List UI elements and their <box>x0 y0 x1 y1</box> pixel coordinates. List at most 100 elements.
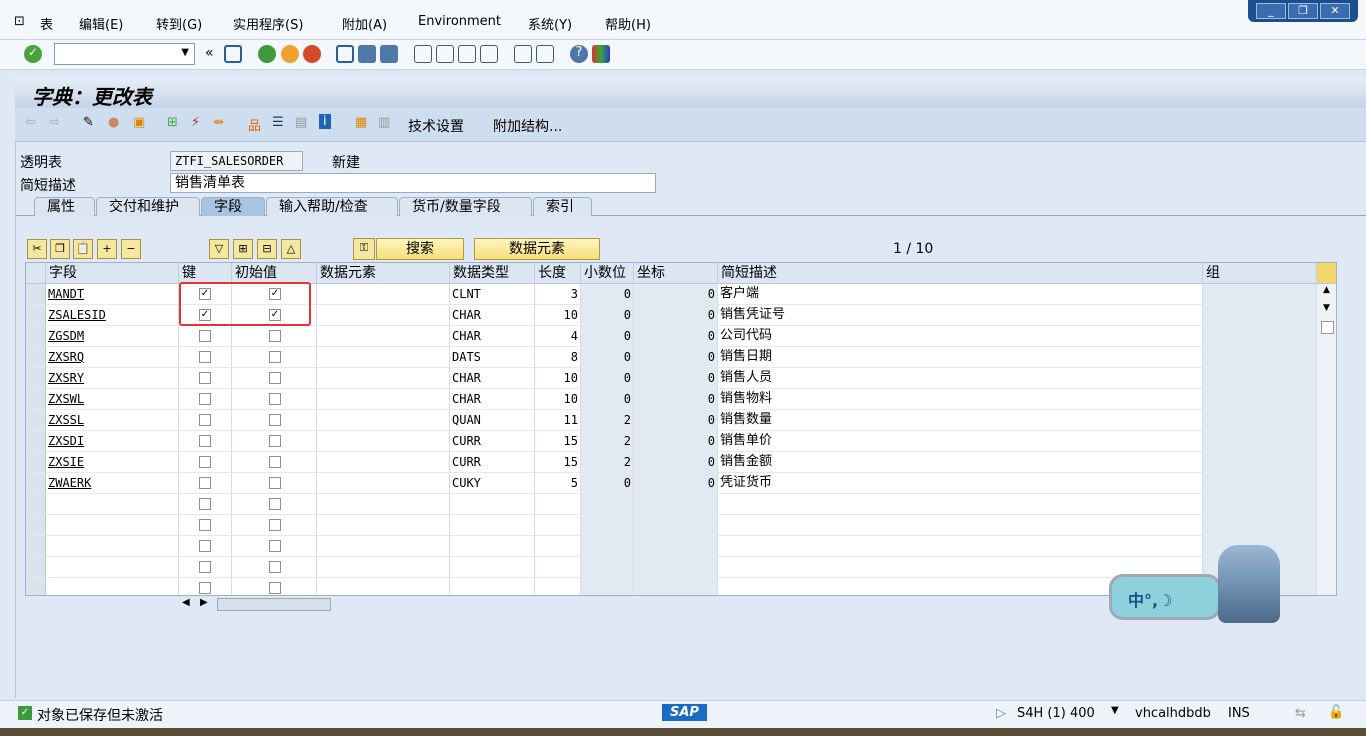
navigate-icon[interactable]: ⇴ <box>213 115 224 130</box>
last-page-icon[interactable] <box>480 45 498 63</box>
shortcut-icon[interactable] <box>536 45 554 63</box>
next-page-icon[interactable] <box>458 45 476 63</box>
cell-字段[interactable]: ZXSRY <box>46 368 179 389</box>
column-header[interactable]: 坐标 <box>634 263 718 284</box>
cell-数据元素[interactable] <box>317 515 450 536</box>
cell-text[interactable]: ZXSIE <box>48 455 84 469</box>
column-header[interactable]: 字段 <box>46 263 179 284</box>
cell-简短描述[interactable]: 销售日期 <box>718 347 1203 368</box>
row-selector[interactable] <box>26 494 46 515</box>
column-header[interactable]: 键 <box>179 263 232 284</box>
paste-icon[interactable]: 📋 <box>73 239 93 259</box>
key-checkbox[interactable] <box>199 330 211 342</box>
cell-小数位[interactable]: 0 <box>581 473 634 494</box>
layout-icon[interactable]: ▦ <box>355 115 367 130</box>
scroll-down-icon[interactable]: ▼ <box>1323 303 1330 313</box>
cell-小数位[interactable] <box>581 515 634 536</box>
row-selector[interactable] <box>26 578 46 595</box>
cell-小数位[interactable] <box>581 557 634 578</box>
expand-icon[interactable]: ▽ <box>209 239 229 259</box>
command-field[interactable]: ▼ <box>54 43 195 65</box>
enter-icon[interactable]: ✓ <box>24 45 42 63</box>
collapse-up-icon[interactable]: △ <box>281 239 301 259</box>
tab-4[interactable]: 货币/数量字段 <box>399 197 532 216</box>
copy-row-icon[interactable]: ❐ <box>50 239 70 259</box>
cell-长度[interactable] <box>535 578 581 595</box>
delete-row-icon[interactable]: − <box>121 239 141 259</box>
print-icon[interactable] <box>336 45 354 63</box>
column-header[interactable]: 初始值 <box>232 263 317 284</box>
exit-icon[interactable] <box>281 45 299 63</box>
collapse-icon[interactable]: « <box>205 45 223 63</box>
cell-长度[interactable]: 5 <box>535 473 581 494</box>
row-selector[interactable] <box>26 515 46 536</box>
cell-小数位[interactable]: 2 <box>581 452 634 473</box>
customize-icon[interactable] <box>592 45 610 63</box>
data-element-button[interactable]: 数据元素 <box>474 238 600 260</box>
chevron-down-icon[interactable]: ▼ <box>181 47 189 58</box>
cell-长度[interactable]: 8 <box>535 347 581 368</box>
scroll-up-icon[interactable]: ▲ <box>1323 285 1330 295</box>
cell-数据元素[interactable] <box>317 578 450 595</box>
cell-text[interactable]: MANDT <box>48 287 84 301</box>
activate-icon[interactable]: ● <box>108 115 119 130</box>
help-icon[interactable]: ? <box>570 45 588 63</box>
cell-text[interactable]: ZXSSL <box>48 413 84 427</box>
tab-2[interactable]: 字段 <box>201 197 265 216</box>
layout-icon[interactable] <box>1317 263 1336 284</box>
initial-value-checkbox[interactable] <box>269 435 281 447</box>
tab-5[interactable]: 索引 <box>533 197 592 216</box>
stack-icon[interactable]: ☰ <box>272 115 284 130</box>
cell-小数位[interactable]: 0 <box>581 347 634 368</box>
row-selector[interactable] <box>26 431 46 452</box>
short-desc-input[interactable]: 销售清单表 <box>170 173 656 193</box>
menu-item[interactable]: 实用程序(S) <box>233 14 303 33</box>
cell-text[interactable]: ZXSRQ <box>48 350 84 364</box>
cell-数据元素[interactable] <box>317 536 450 557</box>
initial-value-checkbox[interactable] <box>269 330 281 342</box>
remove-struct-icon[interactable]: ⊟ <box>257 239 277 259</box>
find-icon[interactable] <box>358 45 376 63</box>
cell-字段[interactable]: ZXSRQ <box>46 347 179 368</box>
cell-简短描述[interactable]: 凭证货币 <box>718 473 1203 494</box>
cell-小数位[interactable]: 0 <box>581 389 634 410</box>
table-icon[interactable]: ▥ <box>378 115 390 130</box>
cell-text[interactable]: ZGSDM <box>48 329 84 343</box>
back-icon[interactable] <box>258 45 276 63</box>
tech-settings-button[interactable]: 技术设置 <box>408 116 464 136</box>
cell-数据元素[interactable] <box>317 410 450 431</box>
column-header[interactable]: 组 <box>1203 263 1317 284</box>
cell-字段[interactable]: ZXSWL <box>46 389 179 410</box>
key-checkbox[interactable] <box>199 540 211 552</box>
cell-字段[interactable] <box>46 557 179 578</box>
cell-小数位[interactable]: 0 <box>581 326 634 347</box>
cell-长度[interactable]: 15 <box>535 431 581 452</box>
key-checkbox[interactable] <box>199 582 211 594</box>
cell-小数位[interactable] <box>581 578 634 595</box>
cancel-icon[interactable] <box>303 45 321 63</box>
menu-item[interactable]: Environment <box>418 14 501 29</box>
back-arrow-icon[interactable]: ⇦ <box>25 115 36 130</box>
scroll-left-icon[interactable]: ◀ <box>182 597 190 608</box>
cell-长度[interactable]: 11 <box>535 410 581 431</box>
cell-长度[interactable]: 10 <box>535 368 581 389</box>
cell-字段[interactable]: ZXSDI <box>46 431 179 452</box>
scroll-thumb[interactable] <box>1321 321 1334 334</box>
wand-icon[interactable]: ⚡ <box>191 115 200 130</box>
cell-简短描述[interactable] <box>718 536 1203 557</box>
system-dropdown-icon[interactable]: ▼ <box>1111 705 1119 716</box>
cell-长度[interactable]: 10 <box>535 305 581 326</box>
append-structure-button[interactable]: 附加结构... <box>493 116 562 136</box>
cell-长度[interactable]: 10 <box>535 389 581 410</box>
input-mode[interactable]: INS <box>1228 706 1250 721</box>
new-session-icon[interactable] <box>514 45 532 63</box>
cell-字段[interactable]: ZWAERK <box>46 473 179 494</box>
key-checkbox[interactable] <box>199 414 211 426</box>
cell-长度[interactable] <box>535 515 581 536</box>
cell-数据元素[interactable] <box>317 494 450 515</box>
scroll-right-icon[interactable]: ▶ <box>200 597 208 608</box>
cell-简短描述[interactable] <box>718 494 1203 515</box>
key-checkbox[interactable] <box>199 393 211 405</box>
row-selector[interactable] <box>26 389 46 410</box>
cell-数据元素[interactable] <box>317 368 450 389</box>
